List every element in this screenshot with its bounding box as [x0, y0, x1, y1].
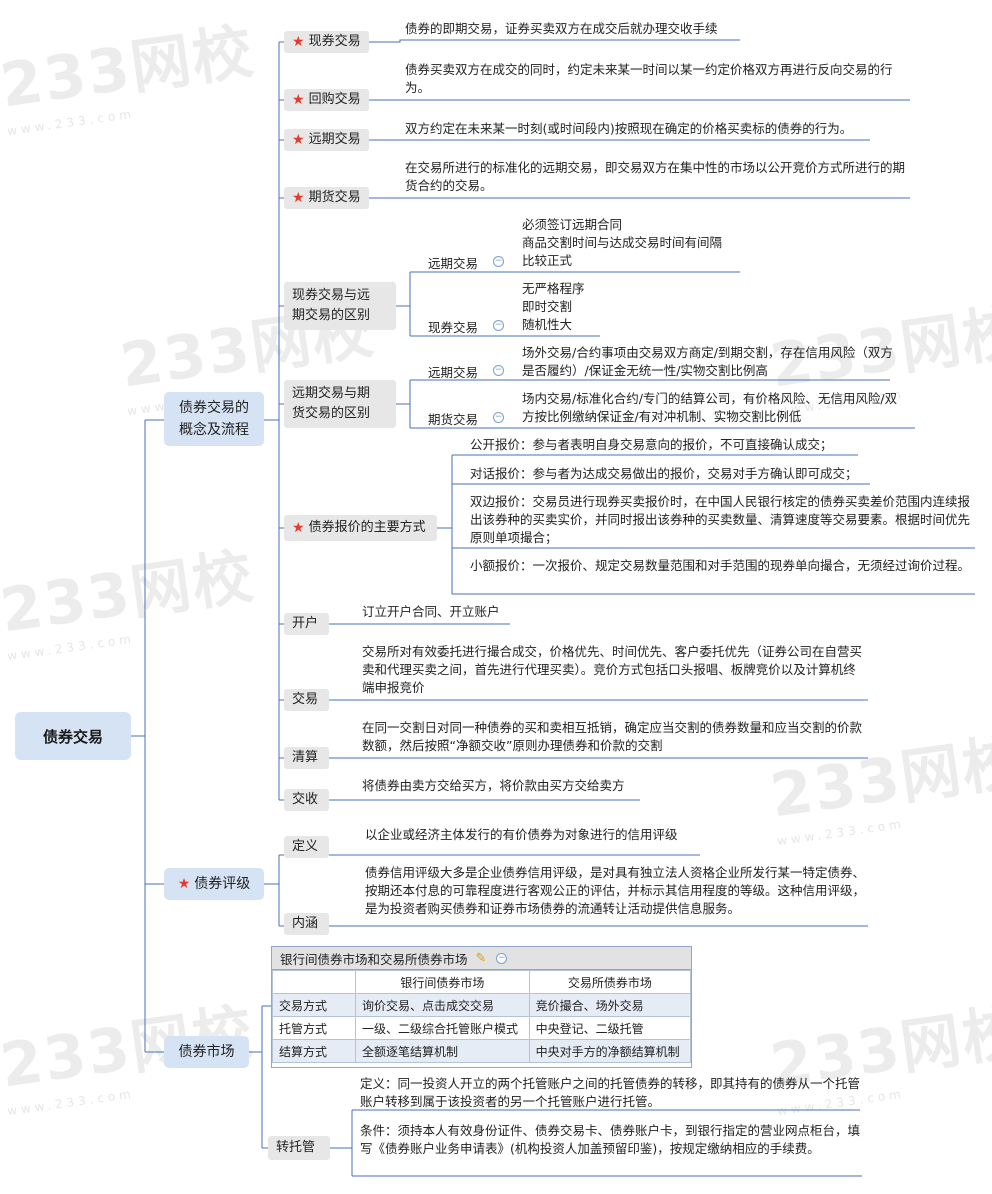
comparison-grid: 银行间债券市场 交易所债券市场 交易方式 询价交易、点击成交交易 竞价撮合、场外… — [272, 970, 692, 1063]
branch-bond-market[interactable]: 债券市场 — [164, 1036, 249, 1068]
table-title-text: 银行间债券市场和交易所债券市场 — [280, 951, 468, 967]
feature-item: 必须签订远期合同 — [522, 217, 623, 232]
transfer-condition: 条件：须持本人有效身份证件、债券交易卡、债券账户卡，到银行指定的营业网点柜台，填… — [360, 1123, 861, 1156]
table-row: 结算方式 全额逐笔结算机制 中央对手方的净额结算机制 — [272, 1039, 692, 1063]
feature-item: 无严格程序 — [522, 281, 585, 296]
forward-label: 远期交易 — [428, 256, 479, 271]
collapse-icon[interactable]: − — [493, 365, 504, 376]
branch-label: 债券交易的概念及流程 — [179, 400, 249, 438]
node-repo-trading[interactable]: ★ 回购交易 — [284, 89, 369, 111]
settlement-desc: 将债券由卖方交给买方，将价款由买方交给卖方 — [362, 778, 625, 793]
node-quote-methods[interactable]: ★ 债券报价的主要方式 — [284, 515, 437, 541]
quote-item: 小额报价：一次报价、规定交易数量范围和对手范围的现券单向撮合，无须经过询价过程。 — [470, 558, 971, 573]
open-account-desc: 订立开户合同、开立账户 — [362, 604, 500, 619]
row-header-cell: 交易方式 — [272, 993, 356, 1017]
branch-label: 债券市场 — [178, 1044, 235, 1060]
node-clearing[interactable]: 清算 — [284, 747, 329, 769]
node-futures-trading[interactable]: ★ 期货交易 — [284, 187, 369, 209]
futures-trading-desc: 在交易所进行的标准化的远期交易，即交易双方在集中性的市场以公开竞价方式所进行的期… — [405, 160, 906, 193]
header-cell: 银行间债券市场 — [355, 970, 530, 994]
clearing-desc: 在同一交割日对同一种债券的买和卖相互抵销，确定应当交割的债券数量和应当交割的价款… — [362, 720, 863, 753]
forward-desc: 场外交易/合约事项由交易双方商定/到期交割，存在信用风险（双方是否履约）/保证金… — [522, 345, 893, 378]
spot-trading-desc: 债券的即期交易，证券买卖双方在成交后就办理交收手续 — [405, 21, 718, 36]
table-cell: 中央对手方的净额结算机制 — [528, 1039, 692, 1063]
node-label: 定义 — [292, 839, 319, 854]
node-label: 债券报价的主要方式 — [308, 520, 426, 535]
star-icon: ★ — [177, 876, 191, 892]
note-icon[interactable]: ✎ — [476, 951, 487, 966]
collapse-icon[interactable]: − — [493, 320, 504, 331]
futures-desc: 场内交易/标准化合约/专门的结算公司，有价格风险、无信用风险/双方按比例缴纳保证… — [522, 391, 898, 424]
spot-label: 现券交易 — [428, 320, 479, 335]
node-spot-trading[interactable]: ★ 现券交易 — [284, 31, 369, 53]
node-label: 转托管 — [276, 1140, 316, 1155]
branch-trading-process[interactable]: 债券交易的概念及流程 — [164, 392, 264, 446]
node-label: 交收 — [292, 792, 319, 807]
collapse-icon[interactable]: − — [493, 256, 504, 267]
node-forward-trading[interactable]: ★ 远期交易 — [284, 129, 369, 151]
quote-item: 公开报价：参与者表明自身交易意向的报价，不可直接确认成交； — [470, 437, 833, 452]
star-icon: ★ — [292, 520, 305, 536]
rating-content-desc: 债券信用评级大多是企业债券信用评级，是对具有独立法人资格企业所发行某一特定债券、… — [365, 865, 866, 916]
futures-label: 期货交易 — [428, 412, 479, 427]
table-cell: 询价交易、点击成交交易 — [355, 993, 530, 1017]
node-label: 回购交易 — [308, 92, 361, 107]
table-cell: 竞价撮合、场外交易 — [528, 993, 692, 1017]
node-label: 远期交易与期货交易的区别 — [292, 386, 371, 421]
table-cell: 全额逐笔结算机制 — [355, 1039, 530, 1063]
node-open-account[interactable]: 开户 — [284, 613, 329, 635]
quote-item: 对话报价：参与者为达成交易做出的报价，交易对手方确认即可成交； — [470, 466, 858, 481]
node-rating-content[interactable]: 内涵 — [284, 913, 329, 935]
forward-label: 远期交易 — [428, 365, 479, 380]
node-label: 现券交易 — [308, 34, 361, 49]
table-row: 托管方式 一级、二级综合托管账户模式 中央登记、二级托管 — [272, 1016, 692, 1040]
star-icon: ★ — [292, 34, 305, 50]
table-cell: 一级、二级综合托管账户模式 — [355, 1016, 530, 1040]
branch-bond-rating[interactable]: ★ 债券评级 — [164, 868, 264, 900]
mind-map-canvas: 233网校www.233.com 233网校www.233.com 233网校w… — [0, 0, 992, 1194]
star-icon: ★ — [292, 132, 305, 148]
forward-features: 必须签订远期合同 商品交割时间与达成交易时间有间隔 比较正式 — [522, 216, 722, 270]
node-label: 交易 — [292, 692, 319, 707]
spot-features: 无严格程序 即时交割 随机性大 — [522, 280, 585, 334]
market-comparison-table: 银行间债券市场和交易所债券市场 ✎ − 银行间债券市场 交易所债券市场 交易方式… — [271, 946, 692, 1068]
trade-desc: 交易所对有效委托进行撮合成交，价格优先、时间优先、客户委托优先（证券公司在自营买… — [362, 644, 863, 695]
table-header-row: 银行间债券市场 交易所债券市场 — [272, 970, 692, 994]
repo-trading-desc: 债券买卖双方在成交的同时，约定未来某一时间以某一约定价格双方再进行反向交易的行为… — [405, 62, 893, 95]
collapse-icon[interactable]: − — [493, 412, 504, 423]
node-label: 开户 — [292, 616, 319, 631]
node-label: 内涵 — [292, 916, 319, 931]
transfer-definition: 定义：同一投资人开立的两个托管账户之间的托管债券的转移，即其持有的债券从一个托管… — [360, 1076, 861, 1109]
rating-definition-desc: 以企业或经济主体发行的有价债券为对象进行的信用评级 — [365, 827, 678, 842]
feature-item: 商品交割时间与达成交易时间有间隔 — [522, 235, 723, 250]
branch-label: 债券评级 — [194, 876, 251, 892]
table-title[interactable]: 银行间债券市场和交易所债券市场 ✎ − — [272, 947, 691, 970]
node-rating-definition[interactable]: 定义 — [284, 836, 329, 858]
forward-trading-desc: 双方约定在未来某一时刻(或时间段内)按照现在确定的价格买卖标的债券的行为。 — [405, 121, 853, 136]
node-transfer-custody[interactable]: 转托管 — [268, 1136, 330, 1160]
row-header-cell: 结算方式 — [272, 1039, 356, 1063]
table-cell: 中央登记、二级托管 — [528, 1016, 692, 1040]
node-label: 清算 — [292, 750, 319, 765]
node-trade[interactable]: 交易 — [284, 689, 329, 711]
star-icon: ★ — [292, 190, 305, 206]
node-label: 远期交易 — [308, 132, 361, 147]
feature-item: 即时交割 — [522, 299, 573, 314]
node-label: 期货交易 — [308, 190, 361, 205]
node-label: 现券交易与远期交易的区别 — [292, 288, 371, 323]
root-node[interactable]: 债券交易 — [15, 712, 131, 760]
feature-item: 随机性大 — [522, 317, 573, 332]
star-icon: ★ — [292, 92, 305, 108]
collapse-icon[interactable]: − — [496, 952, 508, 964]
node-spot-vs-forward[interactable]: 现券交易与远期交易的区别 — [284, 282, 396, 330]
node-forward-vs-futures[interactable]: 远期交易与期货交易的区别 — [284, 380, 396, 428]
quote-item: 双边报价：交易员进行现券买卖报价时，在中国人民银行核定的债券买卖差价范围内连续报… — [470, 494, 971, 545]
table-row: 交易方式 询价交易、点击成交交易 竞价撮合、场外交易 — [272, 993, 692, 1017]
node-settlement[interactable]: 交收 — [284, 789, 329, 811]
header-cell: 交易所债券市场 — [528, 970, 692, 994]
header-cell — [272, 970, 356, 994]
row-header-cell: 托管方式 — [272, 1016, 356, 1040]
feature-item: 比较正式 — [522, 253, 573, 268]
